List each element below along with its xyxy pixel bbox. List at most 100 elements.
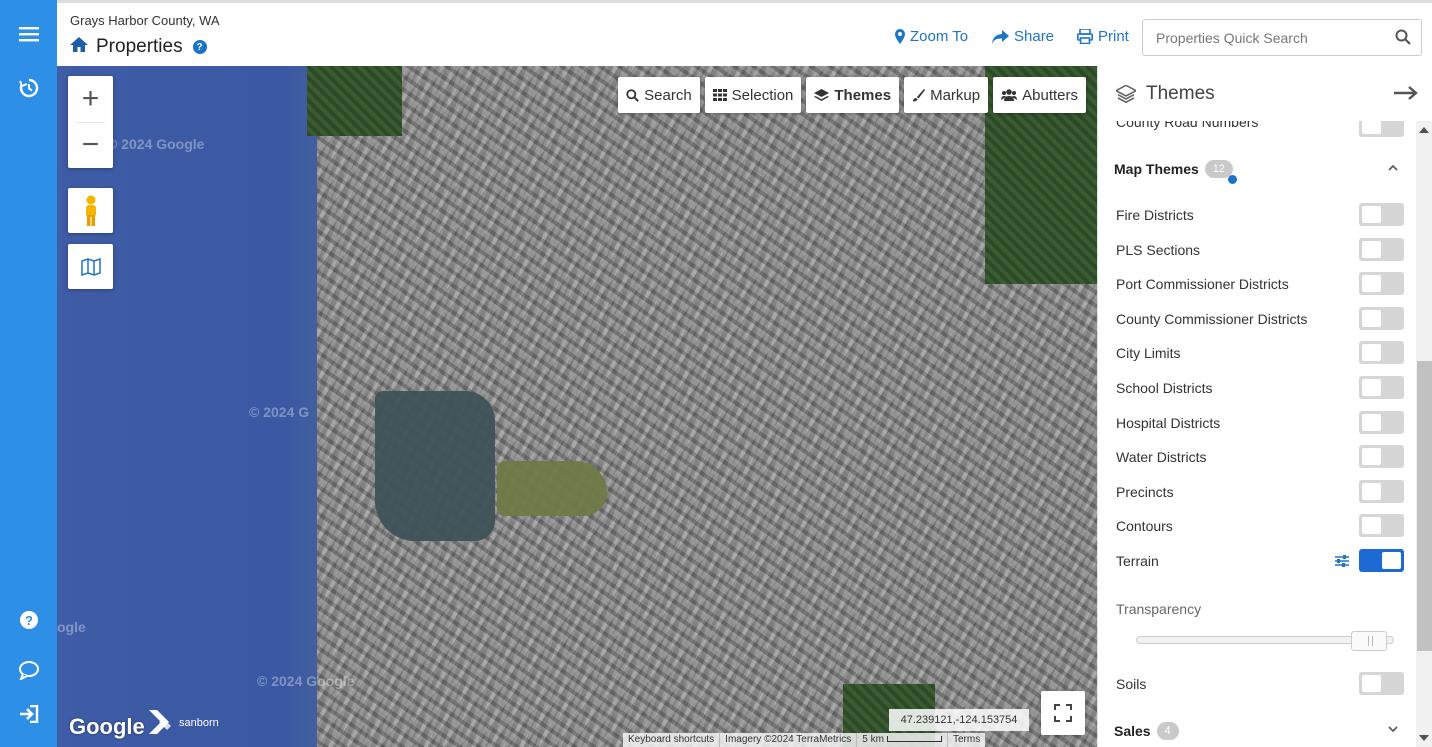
- keyboard-shortcuts-link[interactable]: Keyboard shortcuts: [623, 733, 721, 747]
- theme-toggle[interactable]: [1359, 203, 1404, 226]
- zoom-out-button[interactable]: −: [68, 122, 113, 168]
- zoom-in-button[interactable]: +: [68, 76, 113, 122]
- theme-row: Terrain: [1116, 549, 1406, 573]
- theme-row: Precincts: [1116, 480, 1406, 504]
- theme-row: Contours: [1116, 514, 1406, 538]
- toggle-knob: [1362, 310, 1381, 327]
- basemap-toggle-button[interactable]: [68, 244, 113, 289]
- toolbar-selection-label: Selection: [731, 86, 794, 104]
- map-toolbar: Search Selection Themes Markup Abutters: [618, 77, 1086, 113]
- map-view[interactable]: © 2024 Google © 2024 G ogle © 2024 Googl…: [57, 66, 1097, 747]
- brush-icon: [913, 88, 926, 101]
- panel-title: Themes: [1146, 82, 1215, 104]
- zoom-to-button[interactable]: Zoom To: [895, 28, 968, 45]
- theme-row: Port Commissioner Districts: [1116, 272, 1406, 296]
- theme-row: Fire Districts: [1116, 203, 1406, 227]
- sign-in-icon[interactable]: [0, 694, 57, 734]
- share-arrow-icon: [992, 29, 1009, 44]
- toolbar-search-button[interactable]: Search: [618, 77, 700, 113]
- county-name: Grays Harbor County, WA: [70, 13, 220, 28]
- toolbar-themes-button[interactable]: Themes: [806, 77, 900, 113]
- terms-link[interactable]: Terms: [948, 733, 985, 747]
- theme-label: Water Districts: [1116, 449, 1207, 465]
- slider-handle[interactable]: [1351, 631, 1387, 651]
- chevron-up-icon[interactable]: [1387, 162, 1399, 174]
- app-root: ? Grays Harbor County, WA Properties ? Z…: [0, 0, 1432, 747]
- toggle-knob: [1362, 675, 1381, 692]
- toggle-knob: [1362, 344, 1381, 361]
- theme-toggle[interactable]: [1359, 341, 1404, 364]
- theme-label: Terrain: [1116, 553, 1159, 569]
- sales-count-badge: 4: [1156, 722, 1179, 740]
- sliders-settings-icon[interactable]: [1334, 553, 1350, 569]
- theme-toggle[interactable]: [1359, 307, 1404, 330]
- theme-label: County Commissioner Districts: [1116, 311, 1308, 327]
- sanborn-mark-icon: [149, 710, 171, 734]
- toolbar-themes-label: Themes: [834, 86, 892, 104]
- transparency-slider[interactable]: [1136, 631, 1394, 651]
- map-watermark: © 2024 Google: [107, 136, 205, 152]
- panel-header: Themes: [1098, 66, 1432, 121]
- toolbar-abutters-button[interactable]: Abutters: [993, 77, 1086, 113]
- group-title: Map Themes: [1114, 161, 1199, 177]
- print-label: Print: [1098, 28, 1129, 45]
- fullscreen-icon: [1054, 704, 1072, 722]
- chat-bubble-icon[interactable]: [0, 650, 57, 690]
- help-circle-icon[interactable]: ?: [0, 600, 57, 640]
- quick-search-input[interactable]: [1143, 20, 1383, 55]
- history-icon[interactable]: [0, 68, 57, 108]
- map-bay-shallows: [497, 461, 607, 516]
- scroll-down-arrow[interactable]: [1419, 735, 1429, 741]
- theme-toggle[interactable]: [1359, 480, 1404, 503]
- arrow-right-icon[interactable]: [1393, 84, 1419, 102]
- panel-scrollbar[interactable]: [1416, 121, 1432, 747]
- theme-label: Fire Districts: [1116, 207, 1194, 223]
- map-attribution: Keyboard shortcuts Imagery ©2024 TerraMe…: [623, 733, 986, 747]
- search-icon[interactable]: [1395, 29, 1411, 45]
- theme-label: PLS Sections: [1116, 242, 1201, 258]
- share-label: Share: [1014, 28, 1055, 45]
- scroll-up-arrow[interactable]: [1419, 127, 1429, 133]
- theme-row: City Limits: [1116, 341, 1406, 365]
- scale-indicator[interactable]: 5 km: [857, 733, 948, 747]
- help-icon[interactable]: ?: [192, 40, 207, 54]
- zoom-to-label: Zoom To: [910, 28, 969, 45]
- toggle-knob: [1362, 448, 1381, 465]
- pegman-icon: [85, 195, 96, 226]
- transparency-label: Transparency: [1116, 601, 1202, 617]
- toolbar-selection-button[interactable]: Selection: [704, 77, 802, 113]
- theme-toggle-soils[interactable]: [1359, 672, 1404, 695]
- layers-icon: [814, 88, 830, 101]
- svg-text:?: ?: [25, 613, 33, 628]
- theme-row: Hospital Districts: [1116, 411, 1406, 435]
- theme-toggle[interactable]: [1359, 514, 1404, 537]
- map-themes-group-header[interactable]: Map Themes 12: [1114, 160, 1237, 184]
- toolbar-markup-label: Markup: [930, 86, 981, 104]
- theme-toggle[interactable]: [1359, 272, 1404, 295]
- toolbar-markup-button[interactable]: Markup: [904, 77, 989, 113]
- quick-search-box: [1142, 19, 1422, 56]
- toggle-knob: [1362, 275, 1381, 292]
- theme-toggle[interactable]: [1359, 445, 1404, 468]
- page-title-group: Properties ?: [69, 36, 207, 58]
- print-button[interactable]: Print: [1077, 28, 1129, 45]
- sales-group-header[interactable]: Sales 4: [1114, 722, 1179, 740]
- theme-toggle[interactable]: [1359, 238, 1404, 261]
- street-view-pegman-button[interactable]: [68, 188, 113, 233]
- chevron-down-icon[interactable]: [1387, 723, 1399, 735]
- fullscreen-button[interactable]: [1041, 691, 1085, 735]
- scroll-thumb[interactable]: [1417, 361, 1432, 651]
- theme-toggle[interactable]: [1359, 411, 1404, 434]
- share-button[interactable]: Share: [992, 28, 1054, 45]
- theme-toggle[interactable]: [1359, 376, 1404, 399]
- theme-label: School Districts: [1116, 380, 1213, 396]
- zoom-divider: [76, 122, 105, 123]
- imagery-credit: Imagery ©2024 TerraMetrics: [720, 733, 858, 747]
- home-icon[interactable]: [69, 36, 89, 58]
- toggle-knob: [1382, 552, 1401, 569]
- hamburger-menu-icon[interactable]: [0, 14, 57, 54]
- themes-panel: County Road Numbers Themes Map Themes 12…: [1097, 66, 1432, 747]
- theme-toggle[interactable]: [1359, 549, 1404, 572]
- toolbar-search-label: Search: [644, 86, 692, 104]
- map-fold-icon: [80, 257, 101, 276]
